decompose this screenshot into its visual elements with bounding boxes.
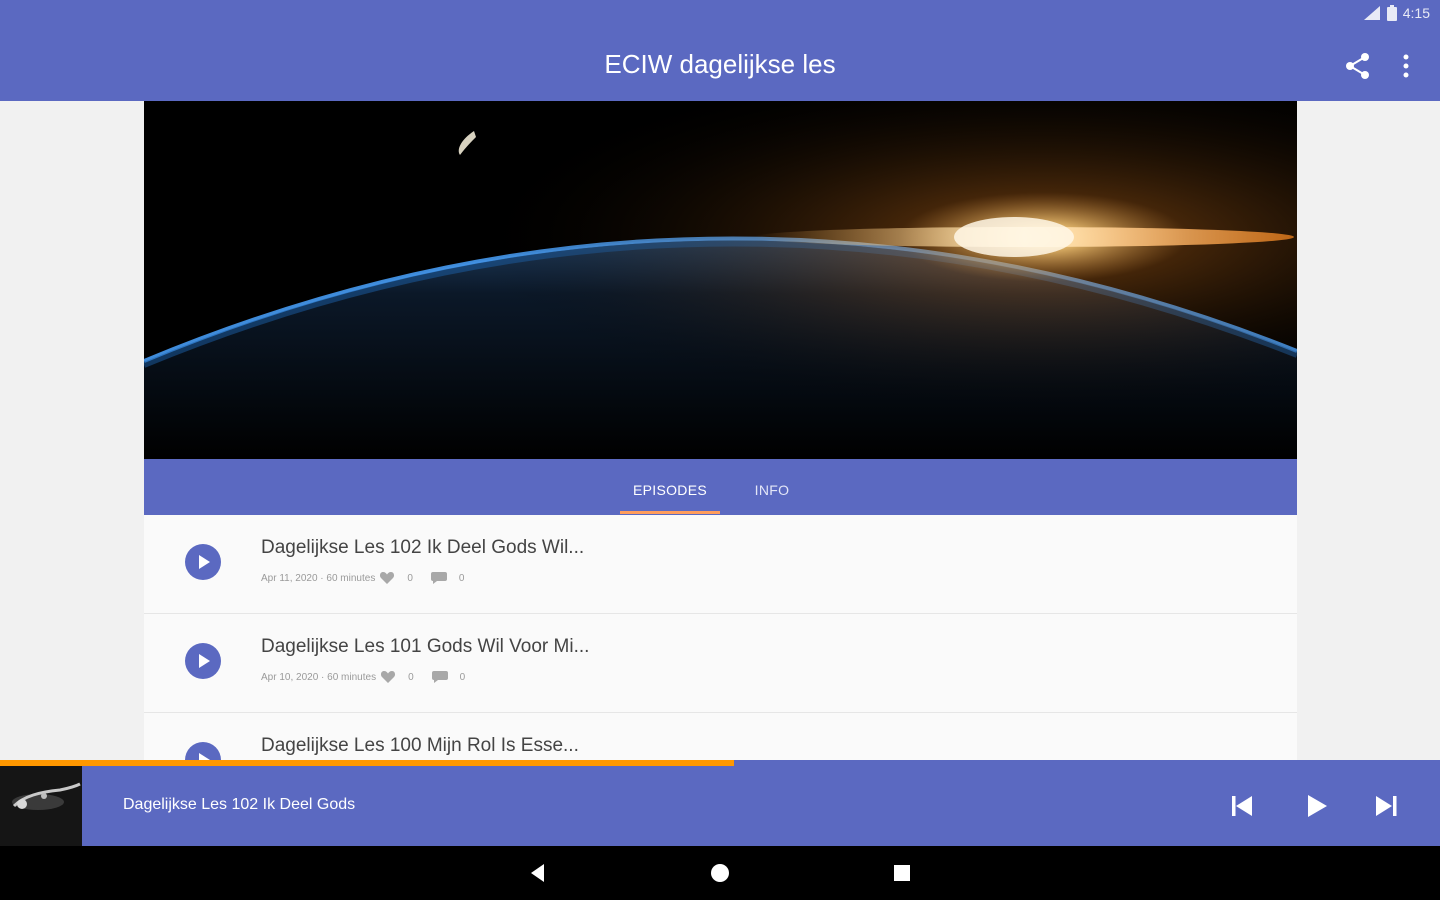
back-icon[interactable] — [526, 861, 550, 885]
heart-icon[interactable] — [379, 571, 395, 585]
heart-icon[interactable] — [380, 670, 396, 684]
mini-player[interactable]: Dagelijkse Les 102 Ik Deel Gods — [0, 766, 1440, 846]
play-icon[interactable] — [185, 544, 221, 580]
list-item[interactable]: Dagelijkse Les 102 Ik Deel Gods Wil... A… — [144, 515, 1297, 614]
app-bar: ECIW dagelijkse les — [0, 28, 1440, 101]
comments-count: 0 — [458, 572, 465, 584]
signal-icon — [1363, 6, 1380, 20]
episode-meta: Apr 10, 2020 · 60 minutes 0 0 — [261, 670, 483, 684]
skip-next-icon[interactable] — [1366, 786, 1406, 826]
list-item[interactable]: Dagelijkse Les 100 Mijn Rol Is Esse... — [144, 713, 1297, 766]
skip-previous-icon[interactable] — [1222, 786, 1262, 826]
tab-indicator — [620, 511, 720, 514]
share-icon[interactable] — [1342, 50, 1374, 82]
battery-icon — [1386, 5, 1397, 21]
episode-date-duration: Apr 11, 2020 · 60 minutes — [261, 572, 376, 584]
podcast-content: EPISODES INFO Dagelijkse Les 102 Ik Deel… — [144, 101, 1297, 766]
likes-count: 0 — [408, 671, 414, 683]
recent-apps-icon[interactable] — [890, 861, 914, 885]
play-icon[interactable] — [185, 643, 221, 679]
status-indicators: 4:15 — [1363, 5, 1430, 21]
episode-title: Dagelijkse Les 102 Ik Deel Gods Wil... — [261, 537, 585, 558]
comments-count: 0 — [459, 671, 466, 683]
status-bar: 4:15 — [0, 0, 1440, 28]
page-title: ECIW dagelijkse les — [604, 49, 836, 79]
tab-episodes[interactable]: EPISODES — [620, 459, 720, 515]
episode-meta: Apr 11, 2020 · 60 minutes 0 0 — [261, 571, 482, 585]
comment-icon[interactable] — [431, 670, 448, 684]
more-vert-icon[interactable] — [1394, 50, 1418, 82]
comment-icon[interactable] — [430, 571, 447, 585]
system-nav-bar — [0, 846, 1440, 900]
episode-title: Dagelijkse Les 101 Gods Wil Voor Mi... — [261, 636, 590, 657]
episode-title: Dagelijkse Les 100 Mijn Rol Is Esse... — [261, 735, 579, 756]
play-icon[interactable] — [1296, 786, 1336, 826]
episode-date-duration: Apr 10, 2020 · 60 minutes — [261, 671, 377, 683]
status-time: 4:15 — [1402, 5, 1430, 21]
now-playing-title: Dagelijkse Les 102 Ik Deel Gods — [123, 796, 356, 813]
episode-thumbnail — [0, 766, 82, 846]
tab-info[interactable]: INFO — [742, 459, 802, 515]
list-item[interactable]: Dagelijkse Les 101 Gods Wil Voor Mi... A… — [144, 614, 1297, 713]
likes-count: 0 — [407, 572, 413, 584]
tab-bar: EPISODES INFO — [144, 459, 1297, 515]
home-icon[interactable] — [708, 861, 732, 885]
podcast-cover-image — [144, 101, 1297, 459]
